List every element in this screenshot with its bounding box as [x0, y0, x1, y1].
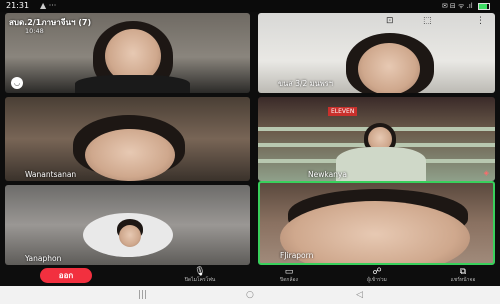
home-icon[interactable]: ○ — [246, 290, 254, 300]
recent-apps-icon[interactable]: ||| — [138, 290, 147, 300]
video-camera-icon: ▭ — [284, 267, 294, 277]
participant-face — [119, 225, 141, 247]
participant-name: Yanaphon — [25, 254, 62, 263]
participants-label: ผู้เข้าร่วม — [367, 277, 387, 283]
share-screen-label: แชร์หน้าจอ — [450, 277, 476, 283]
participant-body — [75, 75, 190, 93]
call-title: สบด.2/1ภาษาจีนฯ (7) — [9, 18, 92, 27]
participant-tile-3[interactable]: Wanantsanan — [5, 97, 250, 181]
participant-tile-1[interactable]: สบด.2/1ภาษาจีนฯ (7) 10:48 ◡ — [5, 13, 250, 93]
share-screen-icon: ⧉ — [459, 267, 467, 277]
participant-tile-4[interactable]: ELEVEN Newkanya ◈ — [258, 97, 495, 181]
participant-face — [85, 129, 175, 181]
participant-name: Wanantsanan — [25, 170, 77, 179]
status-system-icons: ✉ ⊟ ᯤ .ıl — [442, 0, 490, 12]
participant-face — [358, 43, 420, 93]
participants-button[interactable]: ☍ ผู้เข้าร่วม — [352, 267, 402, 284]
participant-body — [336, 147, 426, 181]
turn-off-camera-label: ปิดกล้อง — [280, 277, 298, 283]
turn-off-camera-button[interactable]: ▭ ปิดกล้อง — [264, 267, 314, 284]
call-controls: ออก 🎙 ปิดไมโครโฟน ▭ ปิดกล้อง ☍ ผู้เข้าร่… — [0, 265, 500, 286]
participant-name: ขนส 3/2 มนพรฯ — [278, 79, 333, 88]
video-grid: สบด.2/1ภาษาจีนฯ (7) 10:48 ◡ ⊡ ⬚ ⋮ ขนส 3/… — [5, 13, 495, 265]
layout-icon[interactable]: ⬚ — [423, 16, 432, 26]
share-screen-button[interactable]: ⧉ แชร์หน้าจอ — [438, 267, 488, 284]
participant-name: FJiraporn — [280, 251, 314, 260]
participant-tile-2[interactable]: ⊡ ⬚ ⋮ ขนส 3/2 มนพรฯ — [258, 13, 495, 93]
signal-icon: ✉ ⊟ ᯤ .ıl — [441, 2, 473, 10]
microphone-icon: 🎙 — [194, 267, 206, 277]
store-sign: ELEVEN — [328, 107, 358, 116]
speaker-indicator-icon: ◡ — [11, 77, 23, 89]
mute-microphone-label: ปิดไมโครโฟน — [184, 277, 216, 283]
participant-name: Newkanya — [308, 170, 347, 179]
participant-tile-6-active-speaker[interactable]: FJiraporn — [258, 181, 495, 265]
participant-tile-5[interactable]: Yanaphon — [5, 185, 250, 265]
status-bar: 21:31 ▲ ··· ✉ ⊟ ᯤ .ıl — [0, 0, 500, 12]
call-duration: 10:48 — [25, 27, 44, 35]
camera-switch-icon[interactable]: ⊡ — [386, 16, 394, 26]
mic-muted-icon: ◈ — [483, 169, 489, 177]
leave-call-button[interactable]: ออก — [40, 268, 92, 283]
more-options-icon[interactable]: ⋮ — [476, 16, 485, 26]
status-notification-icons: ▲ ··· — [40, 1, 57, 10]
system-nav-bar: ||| ○ ◁ — [0, 286, 500, 304]
battery-icon — [478, 2, 490, 10]
back-icon[interactable]: ◁ — [356, 290, 363, 300]
mute-microphone-button[interactable]: 🎙 ปิดไมโครโฟน — [175, 267, 225, 284]
status-time: 21:31 — [6, 1, 30, 10]
participants-icon: ☍ — [372, 267, 382, 277]
